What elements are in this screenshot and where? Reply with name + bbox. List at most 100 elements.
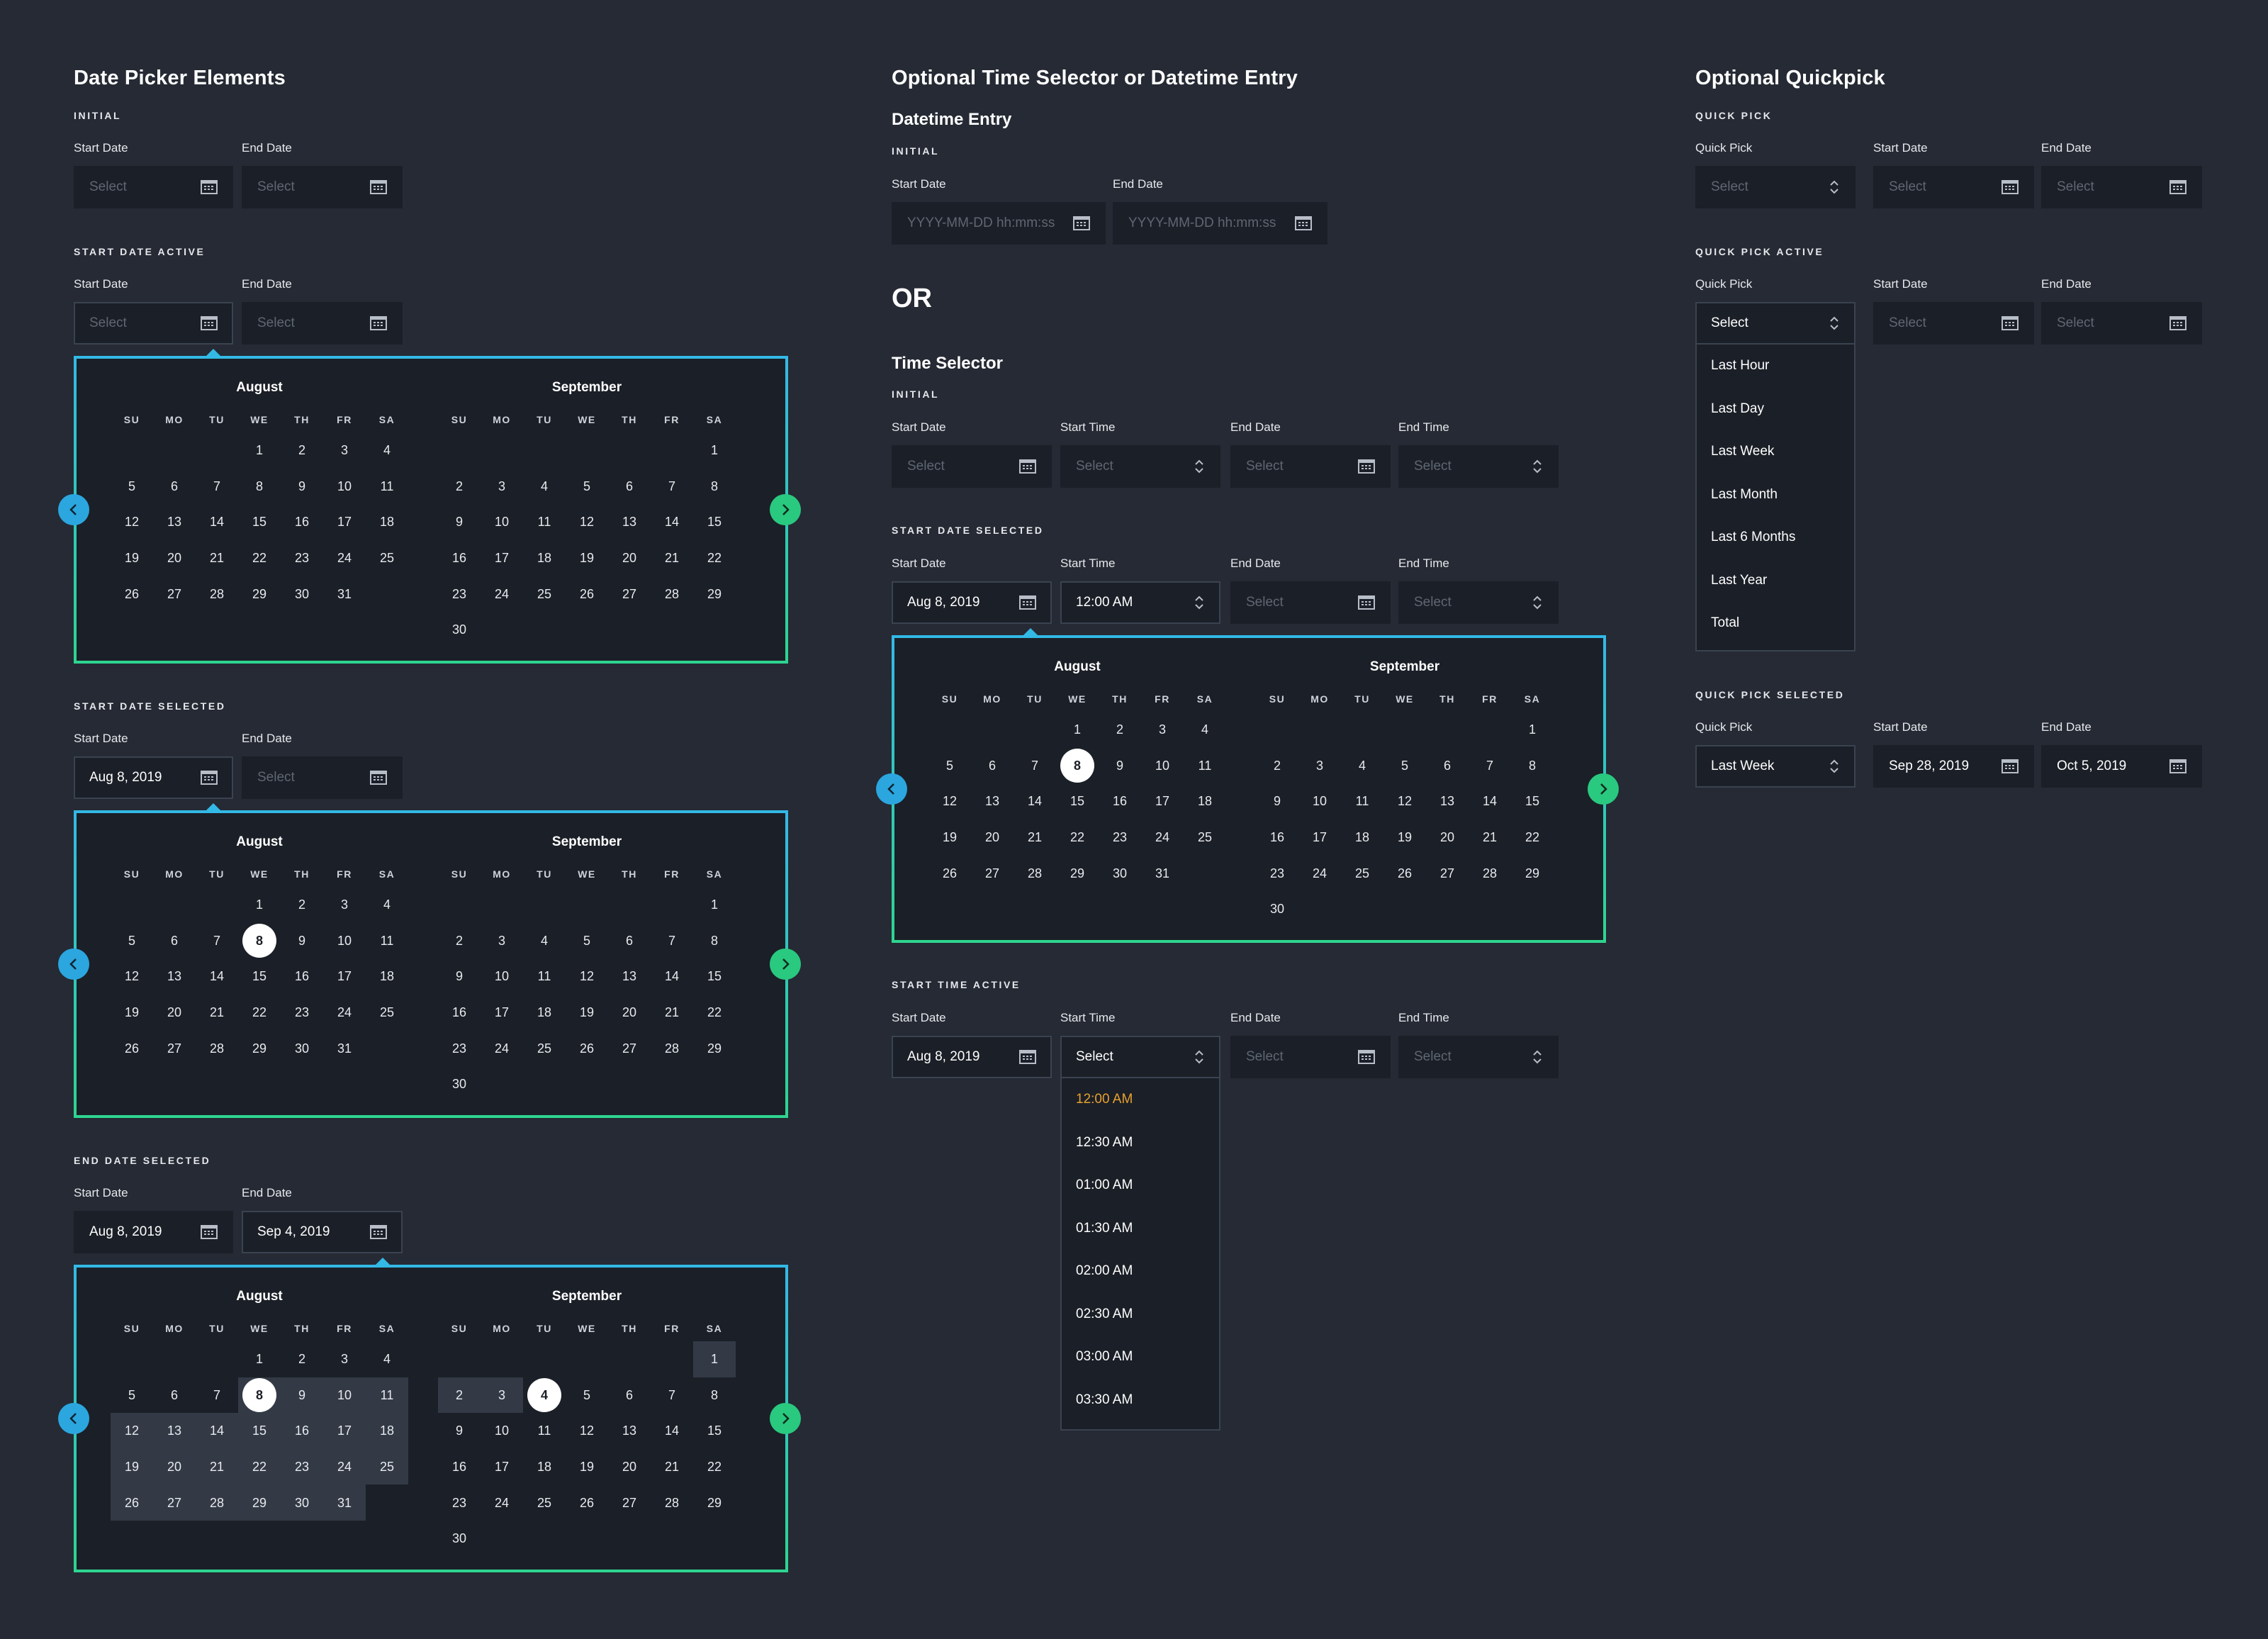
calendar-day[interactable]: 12 — [111, 504, 153, 540]
calendar-icon[interactable] — [1073, 216, 1090, 230]
calendar-day[interactable]: 22 — [693, 540, 736, 576]
calendar-day[interactable]: 10 — [481, 958, 523, 995]
calendar-day[interactable]: 26 — [928, 855, 971, 891]
calendar-day[interactable]: 24 — [481, 1484, 523, 1521]
calendar-day[interactable]: 1 — [238, 887, 281, 923]
calendar-icon[interactable] — [1019, 595, 1036, 610]
calendar-day[interactable]: 29 — [693, 576, 736, 612]
calendar-day[interactable]: 29 — [238, 1030, 281, 1066]
end-time-select[interactable]: Select — [1398, 445, 1559, 488]
previous-month-button[interactable] — [58, 1403, 89, 1434]
start-date-field[interactable]: Select — [1873, 302, 2034, 345]
calendar-icon[interactable] — [2002, 180, 2019, 194]
calendar-day[interactable]: 8 — [1056, 748, 1099, 784]
calendar-day[interactable]: 7 — [196, 923, 238, 959]
calendar-day[interactable]: 26 — [566, 1484, 608, 1521]
calendar-day[interactable]: 26 — [111, 576, 153, 612]
calendar-day[interactable]: 17 — [481, 540, 523, 576]
calendar-day[interactable]: 24 — [481, 576, 523, 612]
quick-pick-option[interactable]: Total — [1697, 602, 1854, 645]
calendar-day[interactable]: 20 — [608, 1449, 651, 1485]
calendar-icon[interactable] — [2169, 316, 2186, 330]
start-date-field[interactable]: Aug 8, 2019 — [74, 756, 233, 799]
calendar-day[interactable]: 14 — [651, 504, 693, 540]
calendar-day[interactable]: 29 — [238, 576, 281, 612]
calendar-day[interactable]: 9 — [281, 1377, 323, 1414]
end-time-select[interactable]: Select — [1398, 581, 1559, 624]
calendar-day[interactable]: 6 — [608, 923, 651, 959]
calendar-day[interactable]: 5 — [566, 469, 608, 505]
calendar-day[interactable]: 12 — [111, 958, 153, 995]
calendar-day[interactable]: 24 — [323, 1448, 366, 1485]
calendar-day[interactable]: 11 — [366, 469, 408, 505]
calendar-day[interactable]: 25 — [523, 576, 566, 612]
calendar-day[interactable]: 29 — [238, 1484, 281, 1521]
calendar-day[interactable]: 11 — [366, 1377, 408, 1414]
calendar-day[interactable]: 15 — [238, 1413, 281, 1449]
calendar-day[interactable]: 28 — [651, 1484, 693, 1521]
quick-pick-option[interactable]: Last Month — [1697, 474, 1854, 517]
calendar-day[interactable]: 7 — [651, 923, 693, 959]
calendar-day[interactable]: 9 — [438, 1413, 481, 1449]
end-date-field[interactable]: Select — [242, 166, 403, 208]
calendar-day[interactable]: 28 — [196, 576, 238, 612]
calendar-day[interactable]: 3 — [323, 887, 366, 923]
start-time-select[interactable]: Select — [1060, 1036, 1220, 1078]
calendar-day[interactable]: 6 — [608, 1377, 651, 1414]
calendar-day[interactable]: 18 — [523, 540, 566, 576]
calendar-day[interactable]: 11 — [523, 958, 566, 995]
calendar-day[interactable]: 26 — [111, 1030, 153, 1066]
time-option[interactable]: 01:30 AM — [1062, 1207, 1219, 1251]
calendar-day[interactable]: 8 — [238, 469, 281, 505]
calendar-day[interactable]: 26 — [111, 1484, 153, 1521]
start-date-field[interactable]: Select — [74, 166, 233, 208]
calendar-day[interactable]: 9 — [1099, 748, 1141, 784]
calendar-day[interactable]: 16 — [438, 1449, 481, 1485]
calendar-day[interactable]: 25 — [366, 995, 408, 1031]
calendar-day[interactable]: 30 — [281, 1484, 323, 1521]
calendar-day[interactable]: 13 — [153, 958, 196, 995]
calendar-day[interactable]: 21 — [651, 540, 693, 576]
end-date-field[interactable]: Select — [1230, 581, 1391, 624]
calendar-day[interactable]: 25 — [366, 540, 408, 576]
calendar-day[interactable]: 23 — [1099, 820, 1141, 856]
start-time-select[interactable]: Select — [1060, 445, 1220, 488]
calendar-day[interactable]: 30 — [438, 612, 481, 648]
calendar-day[interactable]: 22 — [238, 540, 281, 576]
calendar-day[interactable]: 27 — [608, 576, 651, 612]
calendar-day[interactable]: 17 — [1298, 820, 1341, 856]
calendar-day[interactable]: 25 — [1341, 855, 1383, 891]
next-month-button[interactable] — [1588, 773, 1619, 805]
calendar-day[interactable]: 15 — [693, 1413, 736, 1449]
calendar-day[interactable]: 13 — [971, 783, 1014, 820]
calendar-icon[interactable] — [1358, 595, 1375, 610]
calendar-day[interactable]: 30 — [438, 1066, 481, 1102]
calendar-day[interactable]: 21 — [196, 1448, 238, 1485]
calendar-day[interactable]: 12 — [566, 1413, 608, 1449]
calendar-day[interactable]: 17 — [323, 958, 366, 995]
calendar-day[interactable]: 17 — [481, 995, 523, 1031]
calendar-day[interactable]: 19 — [566, 995, 608, 1031]
calendar-day[interactable]: 21 — [196, 540, 238, 576]
calendar-day[interactable]: 1 — [693, 887, 736, 923]
calendar-day[interactable]: 14 — [651, 958, 693, 995]
quick-pick-select[interactable]: Last Week — [1695, 745, 1856, 788]
calendar-icon[interactable] — [201, 316, 218, 330]
calendar-day[interactable]: 5 — [566, 923, 608, 959]
calendar-day[interactable]: 6 — [153, 923, 196, 959]
calendar-day[interactable]: 27 — [971, 855, 1014, 891]
calendar-day[interactable]: 19 — [566, 540, 608, 576]
end-date-field[interactable]: Select — [2041, 166, 2202, 208]
calendar-day[interactable]: 8 — [693, 923, 736, 959]
calendar-day[interactable]: 4 — [1341, 748, 1383, 784]
calendar-day[interactable]: 13 — [153, 1413, 196, 1449]
calendar-day[interactable]: 7 — [651, 469, 693, 505]
start-date-field[interactable]: Select — [74, 302, 233, 345]
calendar-day[interactable]: 28 — [1014, 855, 1056, 891]
calendar-day[interactable]: 9 — [438, 504, 481, 540]
calendar-day[interactable]: 4 — [523, 1377, 566, 1414]
end-date-field[interactable]: Select — [242, 756, 403, 799]
end-datetime-input[interactable]: YYYY-MM-DD hh:mm:ss — [1113, 202, 1327, 245]
time-option[interactable]: 03:30 AM — [1062, 1379, 1219, 1422]
calendar-day[interactable]: 15 — [238, 958, 281, 995]
